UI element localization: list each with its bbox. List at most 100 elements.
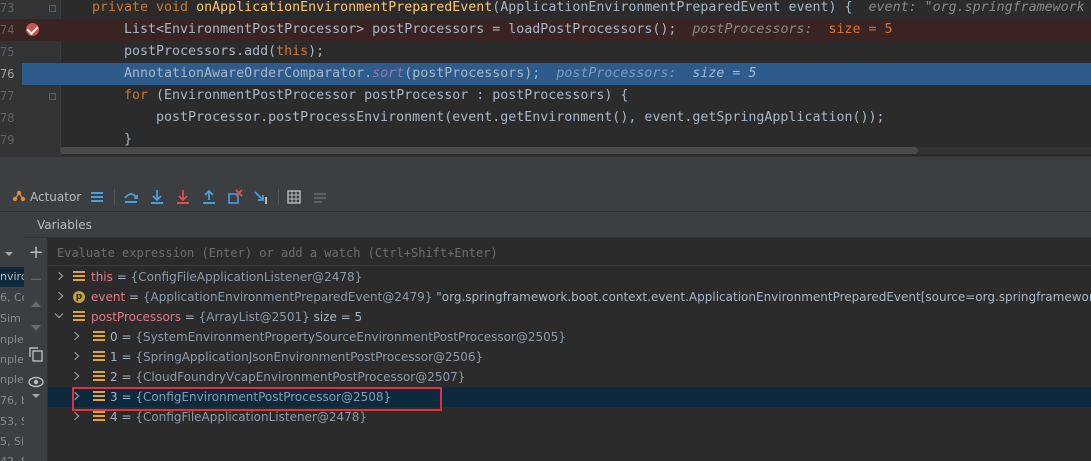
variable-text: 0 = {SystemEnvironmentPropertySourceEnvi… bbox=[110, 327, 566, 347]
code-token: (ApplicationEnvironmentPreparedEvent eve… bbox=[492, 0, 869, 15]
variable-row[interactable]: postProcessors = {ArrayList@2501} size =… bbox=[48, 307, 1091, 327]
copy-icon[interactable] bbox=[28, 346, 44, 362]
list-item[interactable]: 2 = {CloudFoundryVcapEnvironmentPostProc… bbox=[48, 367, 1091, 387]
variable-text: 2 = {CloudFoundryVcapEnvironmentPostProc… bbox=[110, 367, 465, 387]
variables-header: Variables bbox=[24, 212, 1091, 238]
field-icon bbox=[93, 371, 105, 383]
code-text: List<EnvironmentPostProcessor> postProce… bbox=[124, 19, 893, 41]
actuator-tab[interactable]: Actuator bbox=[12, 189, 81, 205]
chevron-right-icon[interactable] bbox=[70, 411, 80, 421]
chevron-down-icon[interactable] bbox=[54, 309, 64, 319]
chevron-right-icon[interactable] bbox=[54, 291, 64, 301]
code-token: event: "org.springframework bbox=[868, 0, 1085, 15]
fold-icon[interactable] bbox=[49, 5, 56, 12]
annotation-highlight-box bbox=[72, 387, 442, 411]
chevron-right-icon[interactable] bbox=[70, 331, 80, 341]
code-token: postProcessor.postProcessEnvironment(eve… bbox=[156, 110, 885, 125]
code-token: this bbox=[276, 44, 309, 59]
actuator-label: Actuator bbox=[30, 190, 82, 204]
code-token: List<EnvironmentPostProcessor> postProce… bbox=[124, 22, 693, 37]
list-item[interactable]: 0 = {SystemEnvironmentPropertySourceEnvi… bbox=[48, 327, 1091, 347]
frame-item[interactable]: 76, b bbox=[0, 391, 24, 411]
debug-toolbar: Actuator bbox=[0, 182, 1091, 212]
frame-item[interactable]: nple bbox=[0, 370, 24, 390]
watch-expression-input[interactable]: Evaluate expression (Enter) or add a wat… bbox=[48, 240, 1091, 266]
frame-item[interactable]: 53, S bbox=[0, 412, 24, 432]
chevron-down-icon[interactable] bbox=[4, 250, 14, 258]
code-text: postProcessors.add(this); bbox=[124, 41, 324, 63]
code-line[interactable]: 78 postProcessor.postProcessEnvironment(e… bbox=[0, 107, 1091, 129]
step-into-icon[interactable] bbox=[149, 189, 165, 205]
breakpoint-line[interactable]: 74 List<EnvironmentPostProcessor> postPro… bbox=[0, 19, 1091, 41]
field-icon bbox=[73, 271, 85, 283]
variable-name: postProcessors bbox=[91, 310, 181, 324]
code-token: postProcessors: bbox=[692, 22, 829, 37]
code-editor[interactable]: 73 private void onApplicationEnvironmentP… bbox=[0, 0, 1091, 156]
frame-item[interactable]: 5, Si bbox=[0, 432, 24, 452]
execution-line[interactable]: 76 AnnotationAwareOrderComparator.sort(po… bbox=[0, 63, 1091, 85]
field-icon bbox=[93, 331, 105, 343]
run-to-cursor-icon[interactable] bbox=[253, 189, 269, 205]
frame-item[interactable]: nvironment bbox=[0, 267, 24, 287]
frames-icon[interactable] bbox=[90, 189, 104, 205]
variable-value: {ArrayList@2501} bbox=[198, 310, 310, 324]
code-token: onApplicationEnvironmentPreparedEvent bbox=[196, 0, 493, 15]
code-line[interactable]: 77 for (EnvironmentPostProcessor postProc… bbox=[0, 85, 1091, 107]
variable-value: {ConfigFileApplicationListener@2478} bbox=[135, 410, 368, 424]
variables-side-toolbar: + − bbox=[24, 238, 48, 461]
horizontal-scrollbar[interactable] bbox=[60, 147, 918, 154]
code-token: size = 5 bbox=[828, 22, 893, 37]
step-over-icon[interactable] bbox=[123, 189, 139, 205]
debug-tabs-bar bbox=[0, 156, 1091, 182]
line-number: 75 bbox=[0, 45, 15, 59]
trace-icon[interactable] bbox=[313, 189, 327, 205]
code-token: for bbox=[124, 88, 157, 103]
code-line[interactable]: 75 postProcessors.add(this); bbox=[0, 41, 1091, 63]
variable-value: {CloudFoundryVcapEnvironmentPostProcesso… bbox=[135, 370, 466, 384]
equals-sign: = bbox=[117, 370, 136, 384]
field-icon bbox=[73, 311, 85, 323]
code-text: postProcessor.postProcessEnvironment(eve… bbox=[156, 107, 885, 129]
chevron-right-icon[interactable] bbox=[70, 351, 80, 361]
breakpoint-icon[interactable] bbox=[26, 23, 39, 36]
code-text: private void onApplicationEnvironmentPre… bbox=[92, 0, 1085, 19]
equals-sign: = bbox=[117, 330, 136, 344]
add-watch-icon[interactable]: + bbox=[28, 244, 44, 262]
code-line[interactable]: 73 private void onApplicationEnvironmentP… bbox=[0, 0, 1091, 19]
frame-item[interactable]: nple bbox=[0, 350, 24, 370]
code-text: AnnotationAwareOrderComparator.sort(post… bbox=[124, 63, 756, 85]
list-item[interactable]: 1 = {SpringApplicationJsonEnvironmentPos… bbox=[48, 347, 1091, 367]
toolbar-separator bbox=[114, 189, 115, 205]
drop-frame-icon[interactable] bbox=[227, 189, 243, 205]
code-token: } bbox=[124, 132, 133, 147]
frame-item[interactable]: Sim bbox=[0, 309, 21, 329]
variable-name: this bbox=[91, 270, 113, 284]
force-step-into-icon[interactable] bbox=[175, 189, 191, 205]
move-up-icon[interactable] bbox=[28, 296, 44, 312]
variables-tab[interactable]: Variables bbox=[37, 218, 92, 232]
step-out-icon[interactable] bbox=[201, 189, 217, 205]
move-down-icon[interactable] bbox=[28, 320, 44, 336]
line-number: 79 bbox=[0, 133, 15, 147]
frame-item[interactable]: nple bbox=[0, 330, 24, 350]
frame-item[interactable]: 42, S bbox=[0, 452, 24, 461]
variable-row[interactable]: this = {ConfigFileApplicationListener@24… bbox=[48, 267, 1091, 287]
code-token: sort bbox=[372, 66, 405, 81]
chevron-right-icon[interactable] bbox=[54, 271, 64, 281]
chevron-right-icon[interactable] bbox=[70, 371, 80, 381]
field-icon bbox=[93, 351, 105, 363]
frames-list[interactable]: nvironment6, CoSimnplenplenple76, b53, S… bbox=[0, 212, 24, 461]
fold-icon[interactable] bbox=[49, 93, 56, 100]
chevron-down-icon[interactable] bbox=[31, 392, 41, 400]
view-options-icon[interactable] bbox=[28, 374, 44, 390]
variable-size: size = 5 bbox=[313, 310, 363, 324]
frame-item[interactable]: 6, Co bbox=[0, 288, 24, 308]
remove-watch-icon[interactable]: − bbox=[28, 271, 44, 287]
line-number: 78 bbox=[0, 111, 15, 125]
variable-value: {ApplicationEnvironmentPreparedEvent@247… bbox=[142, 290, 433, 304]
variable-row[interactable]: p event = {ApplicationEnvironmentPrepared… bbox=[48, 287, 1091, 307]
line-number: 73 bbox=[0, 1, 15, 15]
variable-text: 1 = {SpringApplicationJsonEnvironmentPos… bbox=[110, 347, 483, 367]
evaluate-icon[interactable] bbox=[287, 189, 301, 205]
code-token: private void bbox=[92, 0, 197, 15]
